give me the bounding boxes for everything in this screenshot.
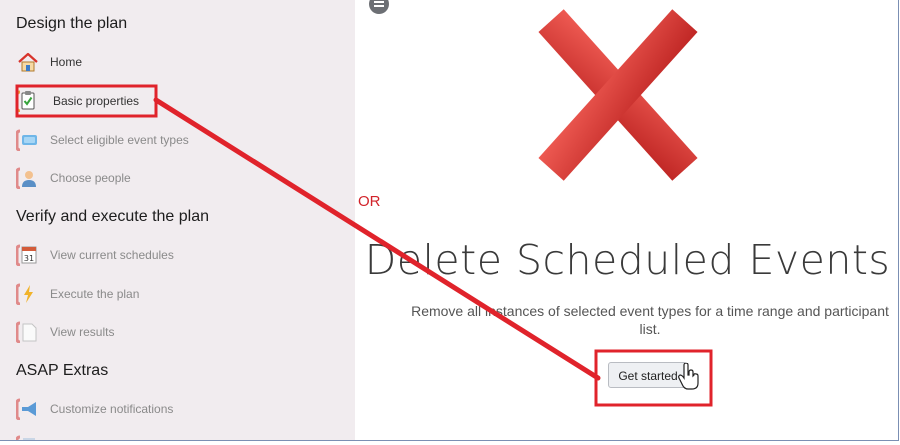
delete-x-icon <box>538 9 698 181</box>
home-icon <box>16 51 40 73</box>
calendar-icon: 31 <box>16 244 40 266</box>
sidebar-item-choose-people[interactable]: Choose people <box>16 164 131 192</box>
lightning-icon <box>16 283 40 305</box>
section-title-verify: Verify and execute the plan <box>16 208 210 225</box>
get-started-button[interactable]: Get started <box>608 362 688 388</box>
sidebar-item-view-results[interactable]: View results <box>16 318 114 346</box>
sidebar-item-home[interactable]: Home <box>16 48 82 76</box>
hand-cursor-icon <box>678 363 699 390</box>
sidebar-item-label: Customize notifications <box>50 402 174 416</box>
sidebar-item-label: Select eligible event types <box>50 133 189 147</box>
svg-text:31: 31 <box>24 254 34 263</box>
section-title-extras: ASAP Extras <box>16 362 109 379</box>
sidebar-item-label: Choose people <box>50 171 131 185</box>
sidebar-item-partial <box>16 432 50 440</box>
app-window: Design the plan Home Basic properties Se… <box>0 0 899 441</box>
sidebar-item-basic-properties[interactable]: Basic properties <box>16 87 142 115</box>
sidebar-item-select-event-types[interactable]: Select eligible event types <box>16 126 189 154</box>
clipboard-check-icon <box>16 90 40 112</box>
sidebar-item-label: View results <box>50 325 115 339</box>
sidebar: Design the plan Home Basic properties Se… <box>0 0 355 440</box>
sidebar-item-view-schedules[interactable]: 31 View current schedules <box>16 241 174 269</box>
sidebar-item-label: Home <box>50 55 83 69</box>
sidebar-item-label: Basic properties <box>53 94 140 108</box>
event-type-icon <box>16 129 40 151</box>
annotation-or-label: OR <box>358 193 381 210</box>
page-title: Delete Scheduled Events <box>364 236 891 284</box>
sidebar-item-customize-notifications[interactable]: Customize notifications <box>16 395 173 423</box>
section-title-design: Design the plan <box>16 15 128 32</box>
sidebar-item-execute-plan[interactable]: Execute the plan <box>16 280 139 308</box>
sidebar-item-label: View current schedules <box>50 248 174 262</box>
sidebar-item-label: Execute the plan <box>50 287 140 301</box>
megaphone-icon <box>16 398 40 420</box>
menu-toggle-icon[interactable] <box>369 0 389 14</box>
document-icon <box>16 321 40 343</box>
page-description: Remove all instances of selected event t… <box>411 303 889 337</box>
person-icon <box>16 167 40 189</box>
item-icon <box>16 435 40 440</box>
